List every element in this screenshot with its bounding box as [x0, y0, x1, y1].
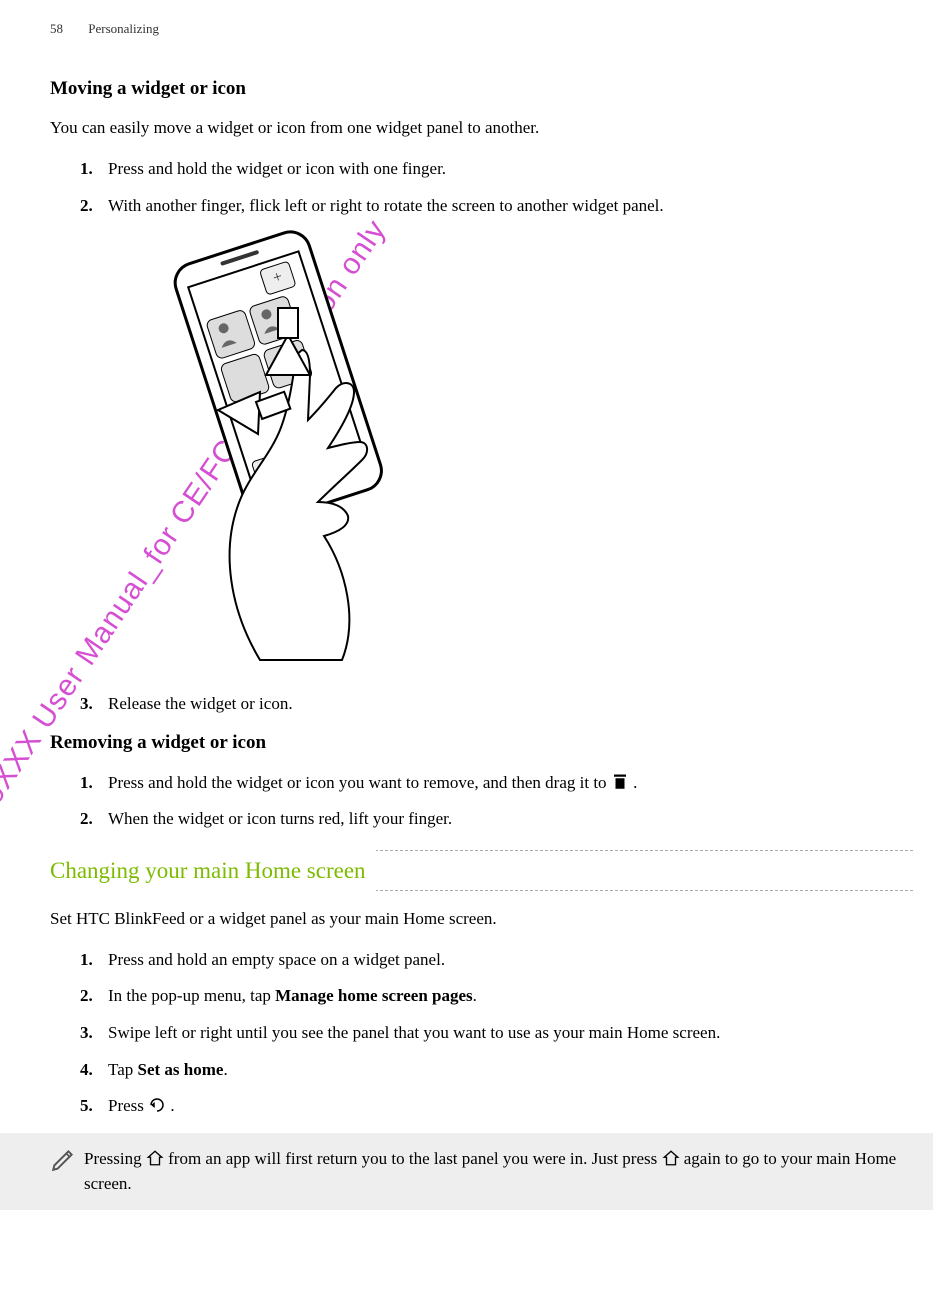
list-item: 1. Press and hold the widget or icon you…: [80, 771, 913, 796]
list-item: 2. In the pop-up menu, tap Manage home s…: [80, 984, 913, 1009]
step-text: Press and hold an empty space on a widge…: [108, 948, 913, 973]
step-text: Press .: [108, 1094, 913, 1119]
list-item: 3. Release the widget or icon.: [80, 692, 913, 717]
list-item: 1. Press and hold an empty space on a wi…: [80, 948, 913, 973]
list-item: 1. Press and hold the widget or icon wit…: [80, 157, 913, 182]
step-number: 3.: [80, 1021, 108, 1046]
list-item: 4. Tap Set as home.: [80, 1058, 913, 1083]
list-item: 2. When the widget or icon turns red, li…: [80, 807, 913, 832]
section-name: Personalizing: [88, 21, 159, 36]
list-item: 3. Swipe left or right until you see the…: [80, 1021, 913, 1046]
list-item: 2. With another finger, flick left or ri…: [80, 194, 913, 219]
heading-changing-home: Changing your main Home screen: [50, 844, 376, 893]
pen-icon: [50, 1147, 82, 1181]
note-text: Pressing from an app will first return y…: [84, 1147, 913, 1196]
steps-moving-widget-cont: 3. Release the widget or icon.: [50, 692, 913, 717]
step-number: 2.: [80, 194, 108, 219]
step-text: Press and hold the widget or icon with o…: [108, 157, 913, 182]
step-text: With another finger, flick left or right…: [108, 194, 913, 219]
intro-moving-widget: You can easily move a widget or icon fro…: [50, 116, 913, 141]
step-number: 1.: [80, 771, 108, 796]
list-item: 5. Press .: [80, 1094, 913, 1119]
step-number: 3.: [80, 692, 108, 717]
step-text: When the widget or icon turns red, lift …: [108, 807, 913, 832]
step-text: Tap Set as home.: [108, 1058, 913, 1083]
steps-removing-widget: 1. Press and hold the widget or icon you…: [50, 771, 913, 832]
phone-gesture-illustration: +: [110, 230, 400, 670]
step-number: 4.: [80, 1058, 108, 1083]
step-number: 2.: [80, 984, 108, 1009]
trash-icon: [611, 773, 633, 792]
step-text: Press and hold the widget or icon you wa…: [108, 771, 913, 796]
step-number: 2.: [80, 807, 108, 832]
intro-changing-home: Set HTC BlinkFeed or a widget panel as y…: [50, 907, 913, 932]
step-number: 1.: [80, 157, 108, 182]
step-number: 1.: [80, 948, 108, 973]
step-text: In the pop-up menu, tap Manage home scre…: [108, 984, 913, 1009]
major-heading-wrap: Changing your main Home screen: [50, 844, 913, 893]
step-text: Swipe left or right until you see the pa…: [108, 1021, 913, 1046]
home-icon: [146, 1149, 168, 1168]
page: 58 Personalizing 0PM9XXX User Manual_for…: [0, 0, 933, 1299]
steps-moving-widget: 1. Press and hold the widget or icon wit…: [50, 157, 913, 218]
back-icon: [148, 1096, 170, 1115]
step-number: 5.: [80, 1094, 108, 1119]
heading-moving-widget: Moving a widget or icon: [50, 75, 913, 103]
steps-changing-home: 1. Press and hold an empty space on a wi…: [50, 948, 913, 1119]
page-number: 58: [50, 21, 63, 36]
note-box: Pressing from an app will first return y…: [0, 1133, 933, 1210]
home-icon: [662, 1149, 684, 1168]
figure-container: +: [50, 230, 913, 670]
running-header: 58 Personalizing: [50, 20, 913, 39]
heading-removing-widget: Removing a widget or icon: [50, 729, 913, 757]
step-text: Release the widget or icon.: [108, 692, 913, 717]
